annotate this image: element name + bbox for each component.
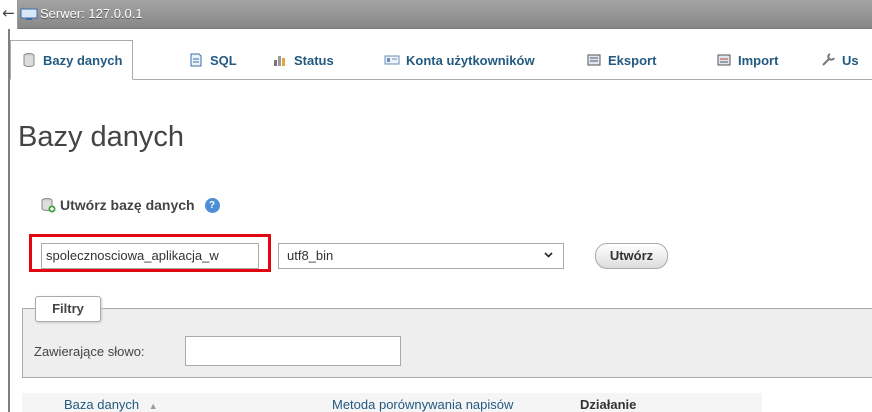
help-icon[interactable]: ?: [204, 197, 220, 213]
create-database-heading: Utwórz bazę danych ?: [40, 197, 220, 213]
left-frame-border: [0, 0, 10, 412]
filter-input[interactable]: [185, 336, 401, 366]
tab-import[interactable]: Import: [716, 40, 778, 80]
chevron-down-icon: [544, 252, 553, 258]
create-database-label: Utwórz bazę danych: [60, 197, 195, 213]
import-icon: [717, 54, 731, 66]
filters-legend: Filtry: [35, 296, 101, 322]
column-header-collation[interactable]: Metoda porównywania napisów: [332, 397, 513, 412]
tab-label: Konta użytkowników: [406, 52, 535, 68]
tab-databases[interactable]: Bazy danych: [10, 40, 134, 80]
filter-label: Zawierające słowo:: [34, 344, 145, 359]
sort-icon: ▲: [148, 401, 158, 411]
column-header-database[interactable]: Baza danych ▲: [64, 397, 158, 412]
server-breadcrumb[interactable]: Serwer: 127.0.0.1: [40, 6, 143, 21]
tab-label: Import: [738, 52, 779, 68]
database-add-icon: [41, 198, 56, 213]
database-name-input[interactable]: spolecznosciowa_aplikacja_w: [41, 243, 259, 269]
page-title: Bazy danych: [18, 121, 185, 153]
users-icon: [384, 55, 400, 65]
tab-label: Us: [842, 52, 859, 68]
tab-label: Bazy danych: [43, 52, 123, 68]
tab-label: SQL: [210, 52, 237, 68]
column-header-action: Działanie: [580, 397, 637, 412]
export-icon: [587, 54, 601, 66]
status-chart-icon: [274, 56, 285, 66]
create-button[interactable]: Utwórz: [595, 243, 668, 269]
column-label: Baza danych: [64, 397, 140, 412]
filters-panel: [22, 308, 872, 378]
tab-export[interactable]: Eksport: [586, 40, 656, 80]
tab-label: Status: [294, 52, 334, 68]
tab-label: Eksport: [608, 52, 657, 68]
wrench-icon: [822, 53, 835, 66]
sql-document-icon: [190, 53, 202, 67]
arrow-left-icon[interactable]: ←: [0, 0, 18, 29]
tab-status[interactable]: Status: [272, 40, 334, 80]
tab-sql[interactable]: SQL: [188, 40, 237, 80]
top-bar: ← Serwer: 127.0.0.1: [0, 0, 872, 29]
collation-select[interactable]: utf8_bin: [278, 243, 564, 269]
database-icon: [23, 53, 35, 68]
server-icon: [20, 8, 38, 20]
collation-value: utf8_bin: [287, 248, 334, 263]
tab-settings[interactable]: Us: [820, 40, 859, 80]
tab-user-accounts[interactable]: Konta użytkowników: [384, 40, 535, 80]
main-tabs: Bazy danych SQL Status Konta użytkownikó…: [10, 40, 872, 80]
